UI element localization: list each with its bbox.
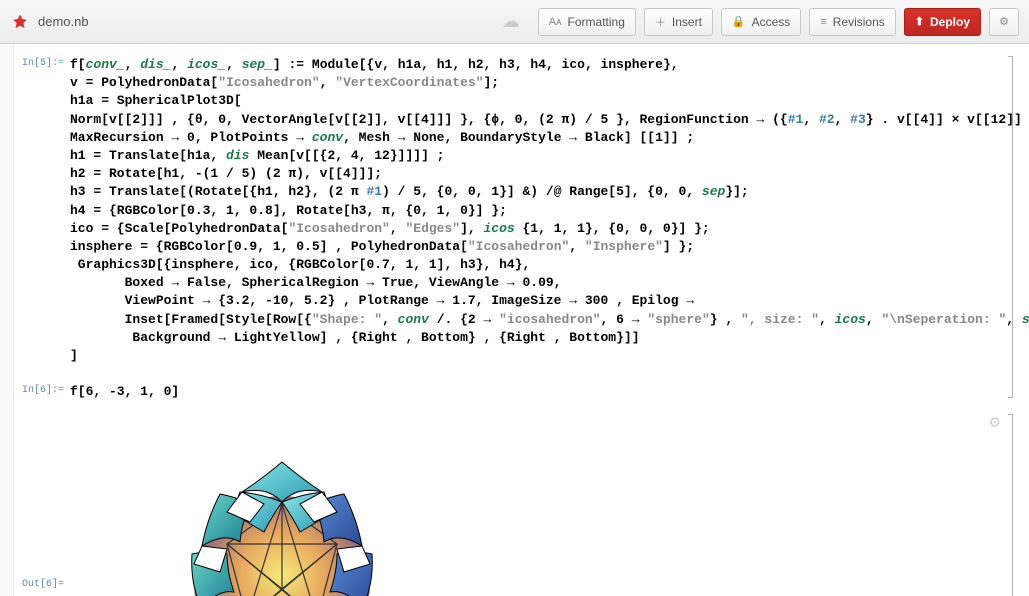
output-cell-6[interactable]: Out[6]= (22, 419, 1011, 596)
cloud-icon: ☁ (502, 11, 520, 32)
wolfram-icon (10, 12, 30, 32)
deploy-button[interactable]: ⬆ Deploy (904, 8, 981, 36)
cell-output-out6[interactable] (70, 419, 1011, 596)
formatting-label: Formatting (568, 15, 625, 29)
left-margin (0, 44, 14, 596)
formatting-icon: Aᴀ (549, 16, 562, 28)
cell-label-in5: In[5]:= (22, 56, 70, 365)
deploy-label: Deploy (930, 15, 970, 29)
insert-button[interactable]: ＋ Insert (644, 8, 713, 36)
cell-code-in6[interactable]: f[6, -3, 1, 0] (70, 383, 1011, 401)
title-bar: demo.nb ☁ Aᴀ Formatting ＋ Insert 🔒 Acces… (0, 0, 1029, 44)
insert-label: Insert (672, 15, 702, 29)
formatting-button[interactable]: Aᴀ Formatting (538, 8, 636, 36)
lock-icon: 🔒 (732, 15, 746, 28)
revisions-label: Revisions (833, 15, 885, 29)
cell-label-out6: Out[6]= (22, 419, 70, 596)
cell-brackets[interactable] (1007, 56, 1013, 584)
cell-label-in6: In[6]:= (22, 383, 70, 401)
document-title: demo.nb (38, 14, 89, 29)
cell-options-icon[interactable]: ⚙ (988, 414, 1001, 431)
plus-icon: ＋ (655, 14, 666, 30)
notebook[interactable]: In[5]:= f[conv_, dis_, icos_, sep_] := M… (14, 44, 1029, 596)
gear-icon: ⚙ (999, 15, 1009, 28)
revisions-icon: ≡ (820, 16, 826, 28)
settings-button[interactable]: ⚙ (989, 8, 1019, 36)
input-cell-6[interactable]: In[6]:= f[6, -3, 1, 0] (22, 383, 1011, 401)
graphics3d-output[interactable] (132, 444, 432, 596)
upload-icon: ⬆ (915, 15, 924, 28)
input-cell-5[interactable]: In[5]:= f[conv_, dis_, icos_, sep_] := M… (22, 56, 1011, 365)
access-label: Access (752, 15, 791, 29)
notebook-area: In[5]:= f[conv_, dis_, icos_, sep_] := M… (0, 44, 1029, 596)
revisions-button[interactable]: ≡ Revisions (809, 8, 895, 36)
cell-code-in5[interactable]: f[conv_, dis_, icos_, sep_] := Module[{v… (70, 56, 1029, 365)
access-button[interactable]: 🔒 Access (721, 8, 801, 36)
